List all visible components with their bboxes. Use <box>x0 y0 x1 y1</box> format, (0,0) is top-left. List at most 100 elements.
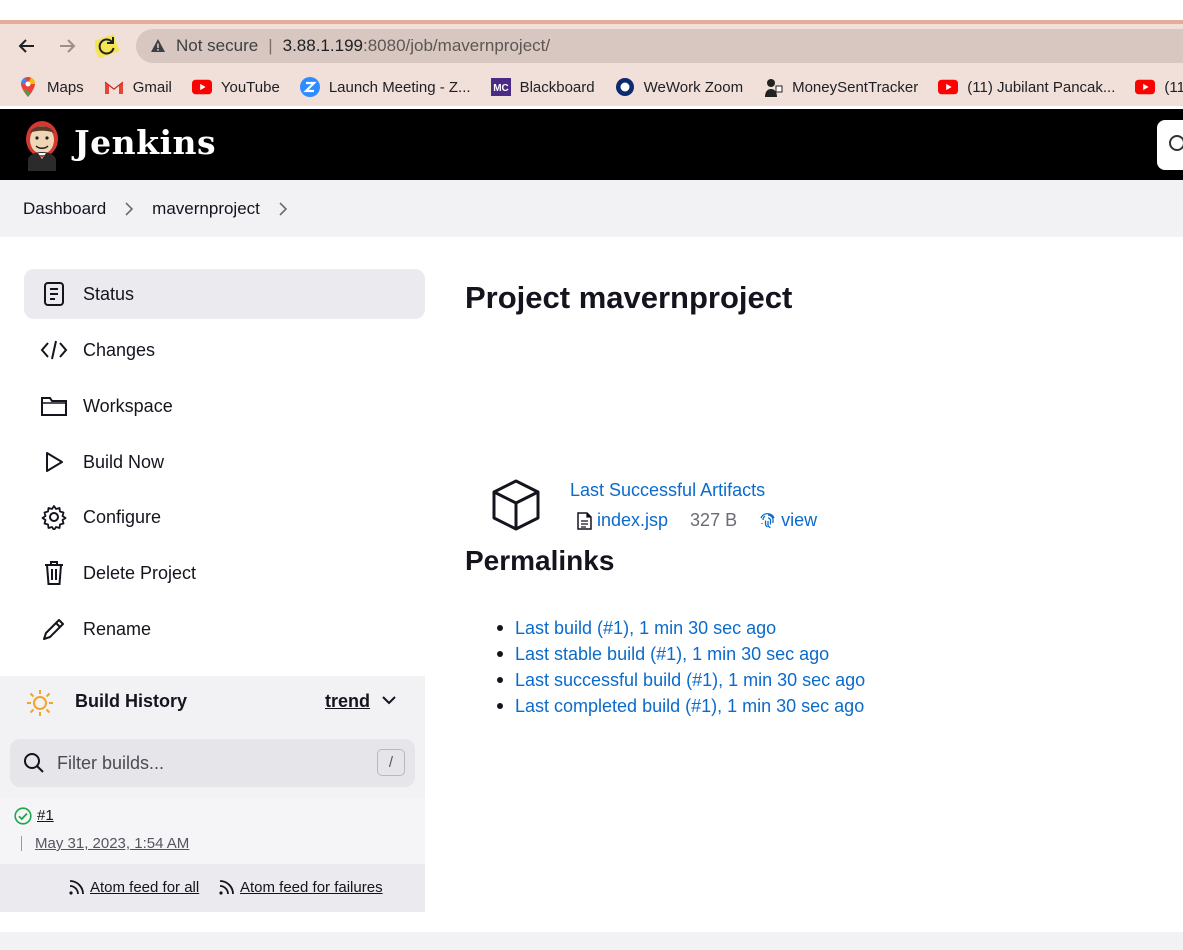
url-separator: | <box>268 36 273 55</box>
url-path: :8080/job/mavernproject/ <box>362 36 551 55</box>
permalink-last-successful-build[interactable]: Last successful build (#1), 1 min 30 sec… <box>496 669 865 695</box>
permalink-last-build[interactable]: Last build (#1), 1 min 30 sec ago <box>496 617 865 643</box>
bookmark-label: Launch Meeting - Z... <box>328 78 471 96</box>
youtube-icon <box>191 77 212 97</box>
reload-icon[interactable] <box>95 34 119 58</box>
bookmark-label: MoneySentTracker <box>792 78 919 96</box>
search-icon <box>1169 135 1183 151</box>
task-label: Workspace <box>83 395 173 416</box>
back-icon[interactable] <box>15 34 39 58</box>
jenkins-title[interactable]: Jenkins <box>74 123 216 162</box>
fingerprint-icon <box>760 512 776 530</box>
chevron-down-icon[interactable] <box>381 693 397 707</box>
rss-icon <box>68 879 85 896</box>
permalink-last-completed-build[interactable]: Last completed build (#1), 1 min 30 sec … <box>496 695 865 721</box>
maps-icon <box>18 77 38 97</box>
permalink-last-stable-build[interactable]: Last stable build (#1), 1 min 30 sec ago <box>496 643 865 669</box>
atom-feed-all-link[interactable]: Atom feed for all <box>68 879 199 896</box>
gear-icon <box>40 503 68 531</box>
artifact-view-link[interactable]: view <box>781 510 817 531</box>
bookmark-label: Maps <box>47 78 84 96</box>
filter-builds-box: / <box>10 739 415 787</box>
jenkins-logo-icon[interactable] <box>22 119 62 171</box>
build-history-header: Build History trend <box>0 676 425 728</box>
artifact-file-link[interactable]: index.jsp <box>597 510 668 531</box>
bookmark-jubilant-pancake[interactable]: (11) Jubilant Pancak... <box>938 77 1115 97</box>
filter-builds-input[interactable] <box>57 749 357 777</box>
atom-feed-failures-link[interactable]: Atom feed for failures <box>218 879 383 896</box>
bookmark-wework-zoom[interactable]: WeWork Zoom <box>615 77 743 97</box>
filter-container: / <box>0 728 425 798</box>
forward-icon[interactable] <box>55 34 79 58</box>
task-configure[interactable]: Configure <box>24 492 425 542</box>
artifact-row: index.jsp 327 B view <box>577 510 817 531</box>
task-label: Build Now <box>83 451 165 472</box>
build-number-link[interactable]: #1 <box>37 807 54 824</box>
tracker-icon <box>763 77 783 97</box>
bookmark-zoom-meeting[interactable]: Launch Meeting - Z... <box>299 77 471 97</box>
chevron-right-icon[interactable] <box>278 201 288 216</box>
task-label: Changes <box>83 339 156 360</box>
zoom-icon <box>299 77 320 97</box>
task-label: Rename <box>83 618 152 639</box>
success-check-icon <box>14 807 32 825</box>
page-title: Project mavernproject <box>465 280 793 315</box>
url-host: 3.88.1.199 <box>282 36 363 55</box>
blackboard-icon: MC <box>490 77 511 97</box>
address-bar[interactable]: Not secure | 3.88.1.199 :8080/job/mavern… <box>136 29 1183 63</box>
breadcrumb-dashboard[interactable]: Dashboard <box>23 199 106 219</box>
artifact-size: 327 B <box>690 510 738 530</box>
task-delete-project[interactable]: Delete Project <box>24 548 425 598</box>
play-icon <box>40 448 68 476</box>
bookmark-youtube[interactable]: YouTube <box>191 77 280 97</box>
warning-icon <box>151 39 165 52</box>
trash-icon <box>40 559 68 587</box>
build-history-title: Build History <box>75 691 188 711</box>
task-rename[interactable]: Rename <box>24 604 425 654</box>
atom-feeds: Atom feed for all Atom feed for failures <box>0 864 425 912</box>
breadcrumb: Dashboard mavernproject <box>0 180 1183 237</box>
folder-icon <box>40 392 68 420</box>
status-icon <box>40 280 68 308</box>
youtube-icon <box>1135 77 1156 97</box>
package-icon <box>490 478 542 532</box>
task-changes[interactable]: Changes <box>24 325 425 375</box>
breadcrumb-mavernproject[interactable]: mavernproject <box>152 199 260 219</box>
chevron-right-icon <box>124 201 134 216</box>
bookmark-label: Blackboard <box>519 78 595 96</box>
header-search-box[interactable] <box>1157 120 1183 170</box>
browser-top-strip <box>0 0 1183 20</box>
gmail-icon <box>104 77 124 97</box>
bookmark-youtube-2[interactable]: (11) <box>1135 77 1183 97</box>
search-icon <box>23 752 45 774</box>
timeline-divider <box>21 836 22 851</box>
bookmarks-bar: Maps Gmail YouTube Launch Meeting - Z...… <box>0 68 1183 106</box>
bookmark-label: WeWork Zoom <box>643 78 744 96</box>
permalinks-heading: Permalinks <box>465 545 615 576</box>
bookmark-maps[interactable]: Maps <box>18 77 84 97</box>
bookmark-blackboard[interactable]: MC Blackboard <box>490 77 595 97</box>
rss-icon <box>218 879 235 896</box>
code-icon <box>40 336 68 364</box>
task-build-now[interactable]: Build Now <box>24 437 425 487</box>
keyboard-shortcut-hint: / <box>377 749 405 776</box>
task-status[interactable]: Status <box>24 269 425 319</box>
jenkins-header: Jenkins <box>0 109 1183 180</box>
task-label: Configure <box>83 506 162 527</box>
atom-feed-failures-label: Atom feed for failures <box>240 879 383 896</box>
bookmark-moneysenttracker[interactable]: MoneySentTracker <box>763 77 918 97</box>
browser-toolbar: Not secure | 3.88.1.199 :8080/job/mavern… <box>0 24 1183 68</box>
task-label: Status <box>83 283 135 304</box>
trend-link[interactable]: trend <box>325 691 370 712</box>
build-date-link[interactable]: May 31, 2023, 1:54 AM <box>35 835 189 852</box>
bookmark-gmail[interactable]: Gmail <box>104 77 172 97</box>
sun-icon <box>25 689 55 717</box>
pencil-icon <box>40 615 68 643</box>
bookmark-label: Gmail <box>132 78 172 96</box>
youtube-icon <box>938 77 959 97</box>
build-row: #1 May 31, 2023, 1:54 AM <box>0 798 425 864</box>
task-workspace[interactable]: Workspace <box>24 381 425 431</box>
wework-icon <box>615 77 635 97</box>
last-successful-artifacts-link[interactable]: Last Successful Artifacts <box>570 480 765 501</box>
bookmark-label: (11) <box>1164 78 1183 96</box>
